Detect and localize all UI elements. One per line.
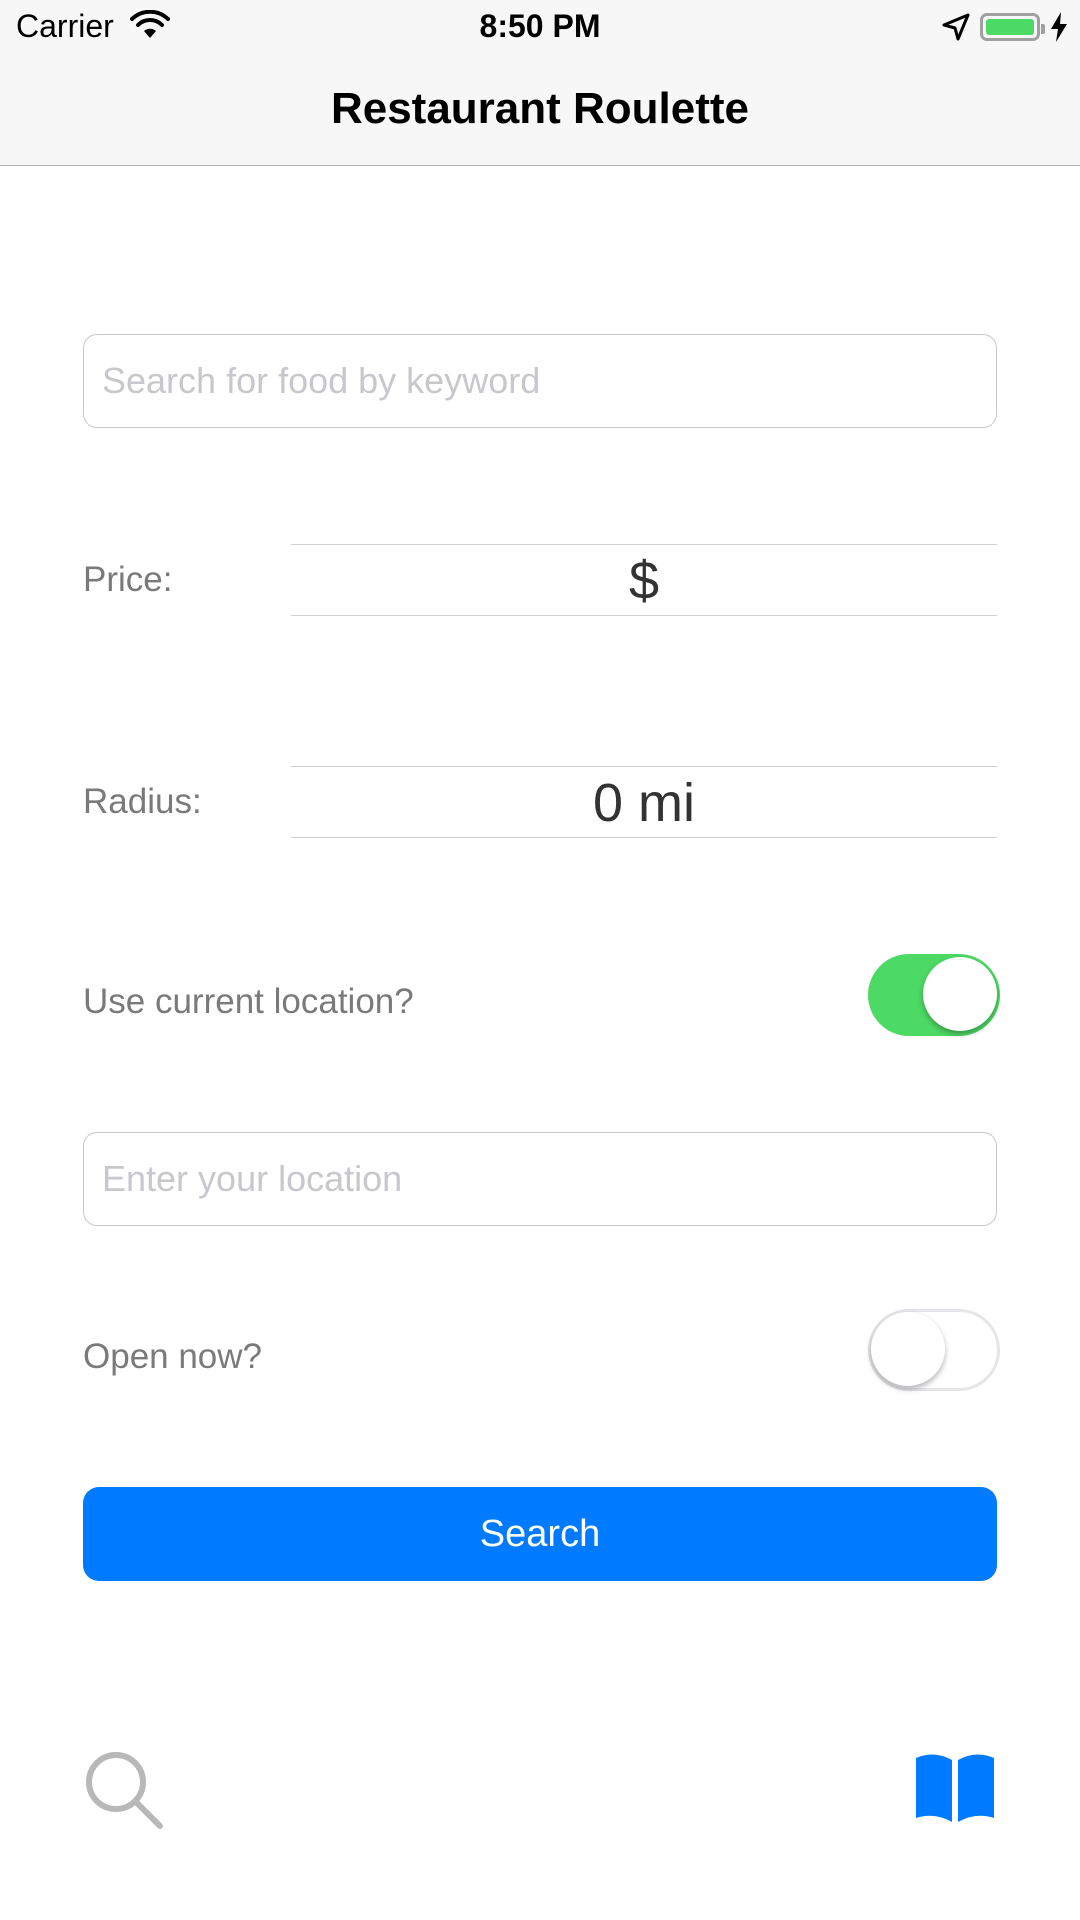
price-picker[interactable]: $ <box>291 544 997 616</box>
battery-icon <box>980 13 1045 41</box>
status-bar: Carrier 8:50 PM <box>0 0 1080 54</box>
search-tab-icon[interactable] <box>82 1748 168 1834</box>
radius-label: Radius: <box>83 782 202 821</box>
use-location-label: Use current location? <box>83 982 414 1021</box>
switch-knob <box>923 957 997 1031</box>
use-location-switch[interactable] <box>868 954 1000 1036</box>
book-tab-icon[interactable] <box>912 1752 998 1824</box>
keyword-search-input[interactable] <box>83 334 997 428</box>
location-input[interactable] <box>83 1132 997 1226</box>
page-title: Restaurant Roulette <box>330 84 750 133</box>
charging-bolt-icon <box>1051 12 1067 42</box>
price-label: Price: <box>83 560 173 599</box>
open-now-label: Open now? <box>83 1337 263 1376</box>
status-time: 8:50 PM <box>479 8 601 44</box>
switch-knob <box>871 1312 945 1386</box>
open-now-switch[interactable] <box>868 1309 1000 1391</box>
radius-picker-value: 0 mi <box>592 773 695 833</box>
status-indicators <box>942 10 1068 44</box>
radius-picker[interactable]: 0 mi <box>291 766 997 838</box>
navigation-bar: Restaurant Roulette <box>0 54 1080 166</box>
location-arrow-icon <box>942 13 970 41</box>
price-picker-value: $ <box>628 551 660 611</box>
search-button[interactable]: Search <box>83 1487 997 1581</box>
